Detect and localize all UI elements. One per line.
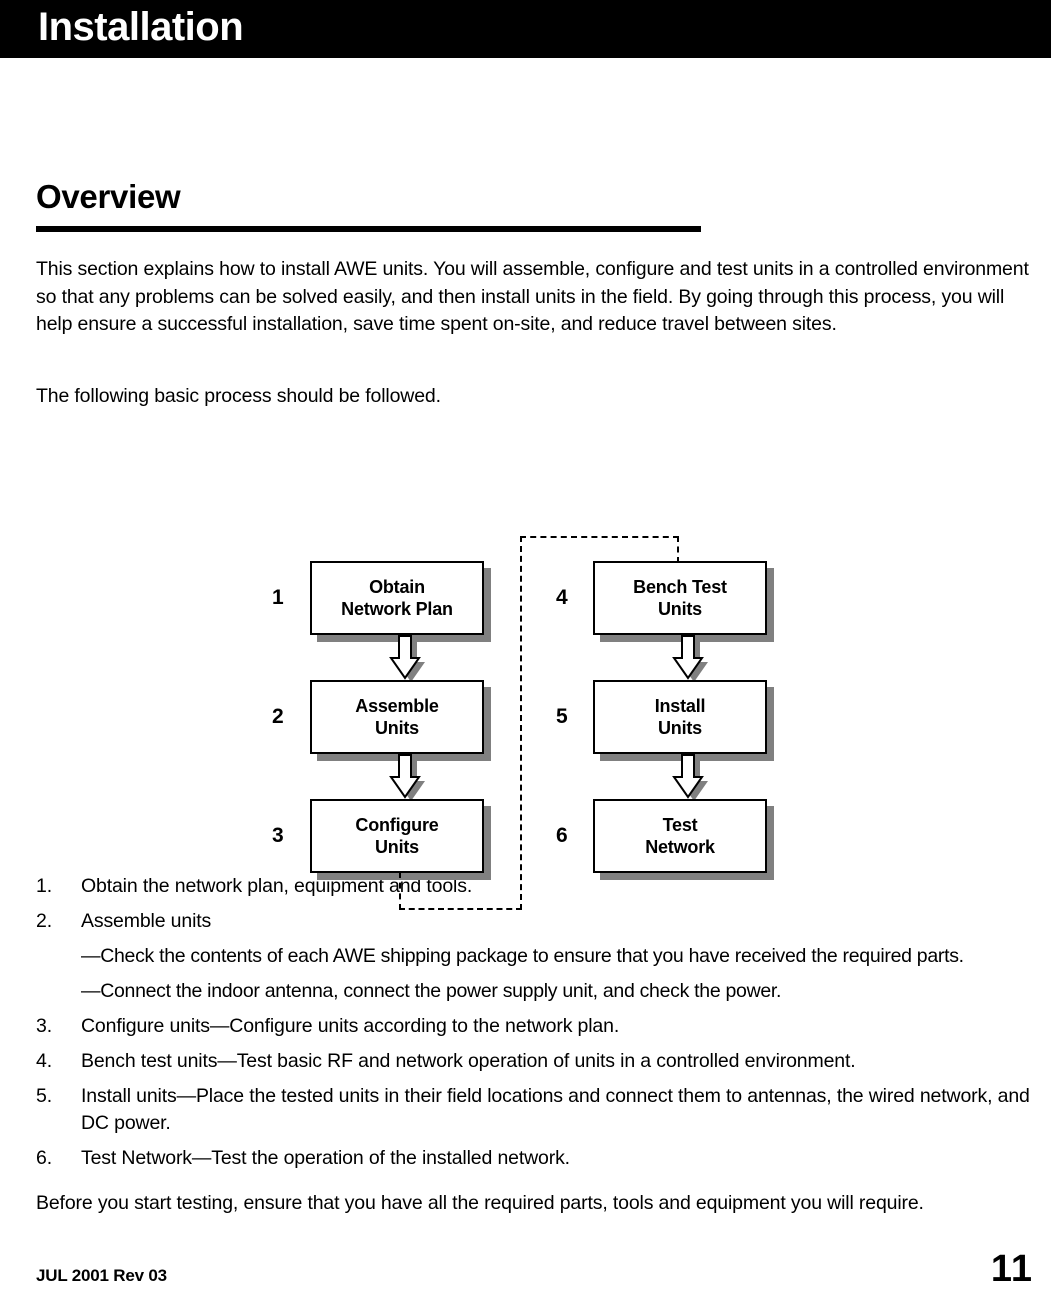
flow-arrow-1-to-2	[385, 630, 425, 682]
list-item-marker: 4.	[36, 1050, 52, 1072]
list-sub-item: —Check the contents of each AWE shipping…	[81, 945, 964, 967]
installation-steps-list: 1. Obtain the network plan, equipment an…	[36, 873, 1046, 1180]
flow-number-5: 5	[556, 705, 568, 728]
feedback-dashed-segment-down	[399, 872, 401, 910]
section-heading-rule	[36, 226, 701, 232]
list-item-text: Obtain the network plan, equipment and t…	[81, 875, 473, 897]
feedback-dashed-segment-top	[520, 536, 679, 538]
feedback-dashed-segment-into-box4	[677, 536, 679, 563]
flow-box-4-line1: Bench Test	[633, 577, 727, 597]
footer-revision: JUL 2001 Rev 03	[36, 1266, 167, 1285]
list-item-text: Assemble units	[81, 910, 212, 932]
flow-number-3: 3	[272, 824, 284, 847]
flow-arrow-4-to-5	[668, 630, 708, 682]
flow-box-5-line1: Install	[654, 696, 706, 716]
list-item-marker: 6.	[36, 1147, 52, 1169]
page-title: Installation	[38, 5, 244, 49]
flow-box-assemble-units[interactable]: Assemble Units	[310, 680, 484, 754]
flow-box-4-line2: Units	[657, 599, 702, 619]
list-item-marker: 1.	[36, 875, 52, 897]
flow-box-obtain-network-plan[interactable]: Obtain Network Plan	[310, 561, 484, 635]
flow-box-configure-units[interactable]: Configure Units	[310, 799, 484, 873]
flow-number-1: 1	[272, 586, 284, 609]
flow-box-6-line1: Test	[662, 815, 698, 835]
page-header-bar: Installation	[0, 0, 1051, 58]
flow-box-3-line1: Configure	[355, 815, 439, 835]
flow-number-2: 2	[272, 705, 284, 728]
list-item: 3. Configure units—Configure units accor…	[36, 1013, 1046, 1040]
installation-process-flowchart: 1 Obtain Network Plan 2 Assemble Units 3…	[0, 458, 1051, 910]
flow-arrow-5-to-6	[668, 749, 708, 801]
flow-box-3-line2: Units	[374, 837, 419, 857]
list-item: 6. Test Network—Test the operation of th…	[36, 1145, 1046, 1172]
list-item-marker: 2.	[36, 910, 52, 932]
list-item: 2. Assemble units	[36, 908, 1046, 935]
flow-box-2-line1: Assemble	[355, 696, 439, 716]
list-item: 1. Obtain the network plan, equipment an…	[36, 873, 1046, 900]
flow-number-6: 6	[556, 824, 568, 847]
flow-box-5-line2: Units	[657, 718, 702, 738]
list-item-text: Test Network—Test the operation of the i…	[81, 1147, 570, 1169]
list-item: 4. Bench test units—Test basic RF and ne…	[36, 1048, 1046, 1075]
intro-paragraph: This section explains how to install AWE…	[36, 258, 1029, 335]
flow-box-6-line2: Network	[645, 837, 715, 857]
flow-box-1-line2: Network Plan	[341, 599, 453, 619]
feedback-dashed-segment-up	[520, 536, 522, 910]
closing-paragraph: Before you start testing, ensure that yo…	[36, 1192, 924, 1214]
list-item: 5. Install units—Place the tested units …	[36, 1083, 1046, 1137]
flow-number-4: 4	[556, 586, 568, 609]
list-item-marker: 3.	[36, 1015, 52, 1037]
list-item-text: Install units—Place the tested units in …	[81, 1085, 1030, 1134]
footer-page-number: 11	[990, 1248, 1033, 1290]
list-item-text: Configure units—Configure units accordin…	[81, 1015, 620, 1037]
list-item-marker: 5.	[36, 1085, 52, 1107]
flow-box-1-line1: Obtain	[369, 577, 425, 597]
flow-box-bench-test-units[interactable]: Bench Test Units	[593, 561, 767, 635]
flow-box-install-units[interactable]: Install Units	[593, 680, 767, 754]
follow-paragraph: The following basic process should be fo…	[36, 385, 441, 407]
section-heading-overview: Overview	[36, 178, 181, 215]
flow-box-2-line2: Units	[374, 718, 419, 738]
flow-arrow-2-to-3	[385, 749, 425, 801]
feedback-dashed-segment-bottom	[399, 908, 522, 910]
list-item-text: Bench test units—Test basic RF and netwo…	[81, 1050, 856, 1072]
list-sub-item: —Connect the indoor antenna, connect the…	[81, 980, 782, 1002]
flow-box-test-network[interactable]: Test Network	[593, 799, 767, 873]
